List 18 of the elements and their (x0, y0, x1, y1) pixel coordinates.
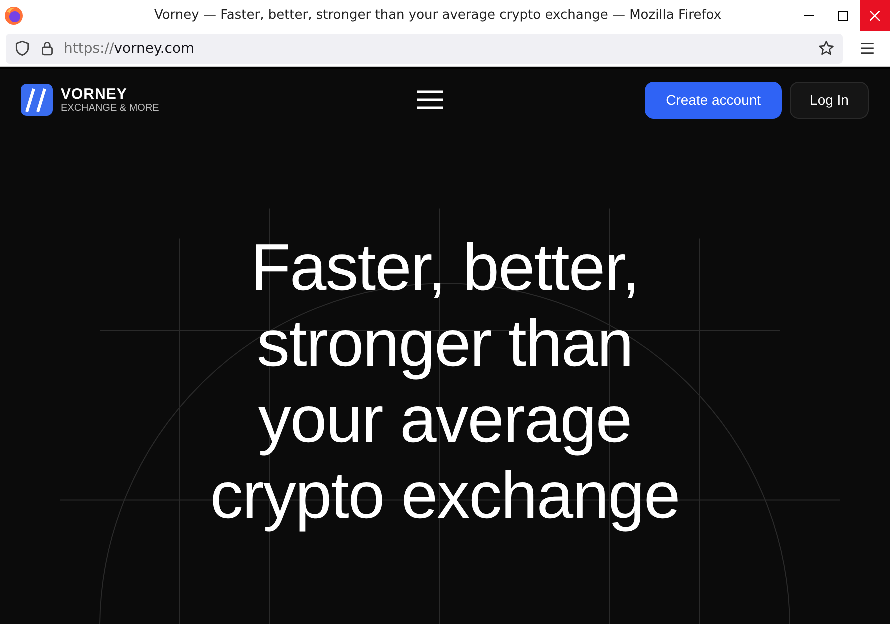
shield-icon[interactable] (14, 40, 31, 57)
close-icon[interactable] (870, 10, 880, 20)
maximize-icon[interactable] (838, 10, 848, 20)
create-account-button[interactable]: Create account (645, 82, 782, 118)
url-text: https://vorney.com (64, 40, 196, 56)
logo-icon[interactable] (21, 84, 53, 116)
logo-name: VORNEY (61, 86, 128, 103)
window-title: Vorney — Faster, better, stronger than your average crypto exchange — Mozilla Firefox (153, 8, 723, 23)
menu-icon[interactable] (859, 40, 876, 57)
hero-headline: Faster, better, stronger than your average crypto exchange (209, 229, 681, 533)
close-button[interactable] (860, 0, 890, 31)
log-in-button[interactable]: Log In (790, 82, 869, 118)
address-bar[interactable]: https://vorney.com (6, 34, 843, 64)
lock-icon[interactable] (39, 40, 56, 57)
star-icon[interactable] (818, 40, 835, 57)
logo-tagline: EXCHANGE & MORE (61, 103, 160, 114)
menu-icon[interactable] (417, 90, 444, 110)
firefox-logo-icon (4, 6, 24, 26)
